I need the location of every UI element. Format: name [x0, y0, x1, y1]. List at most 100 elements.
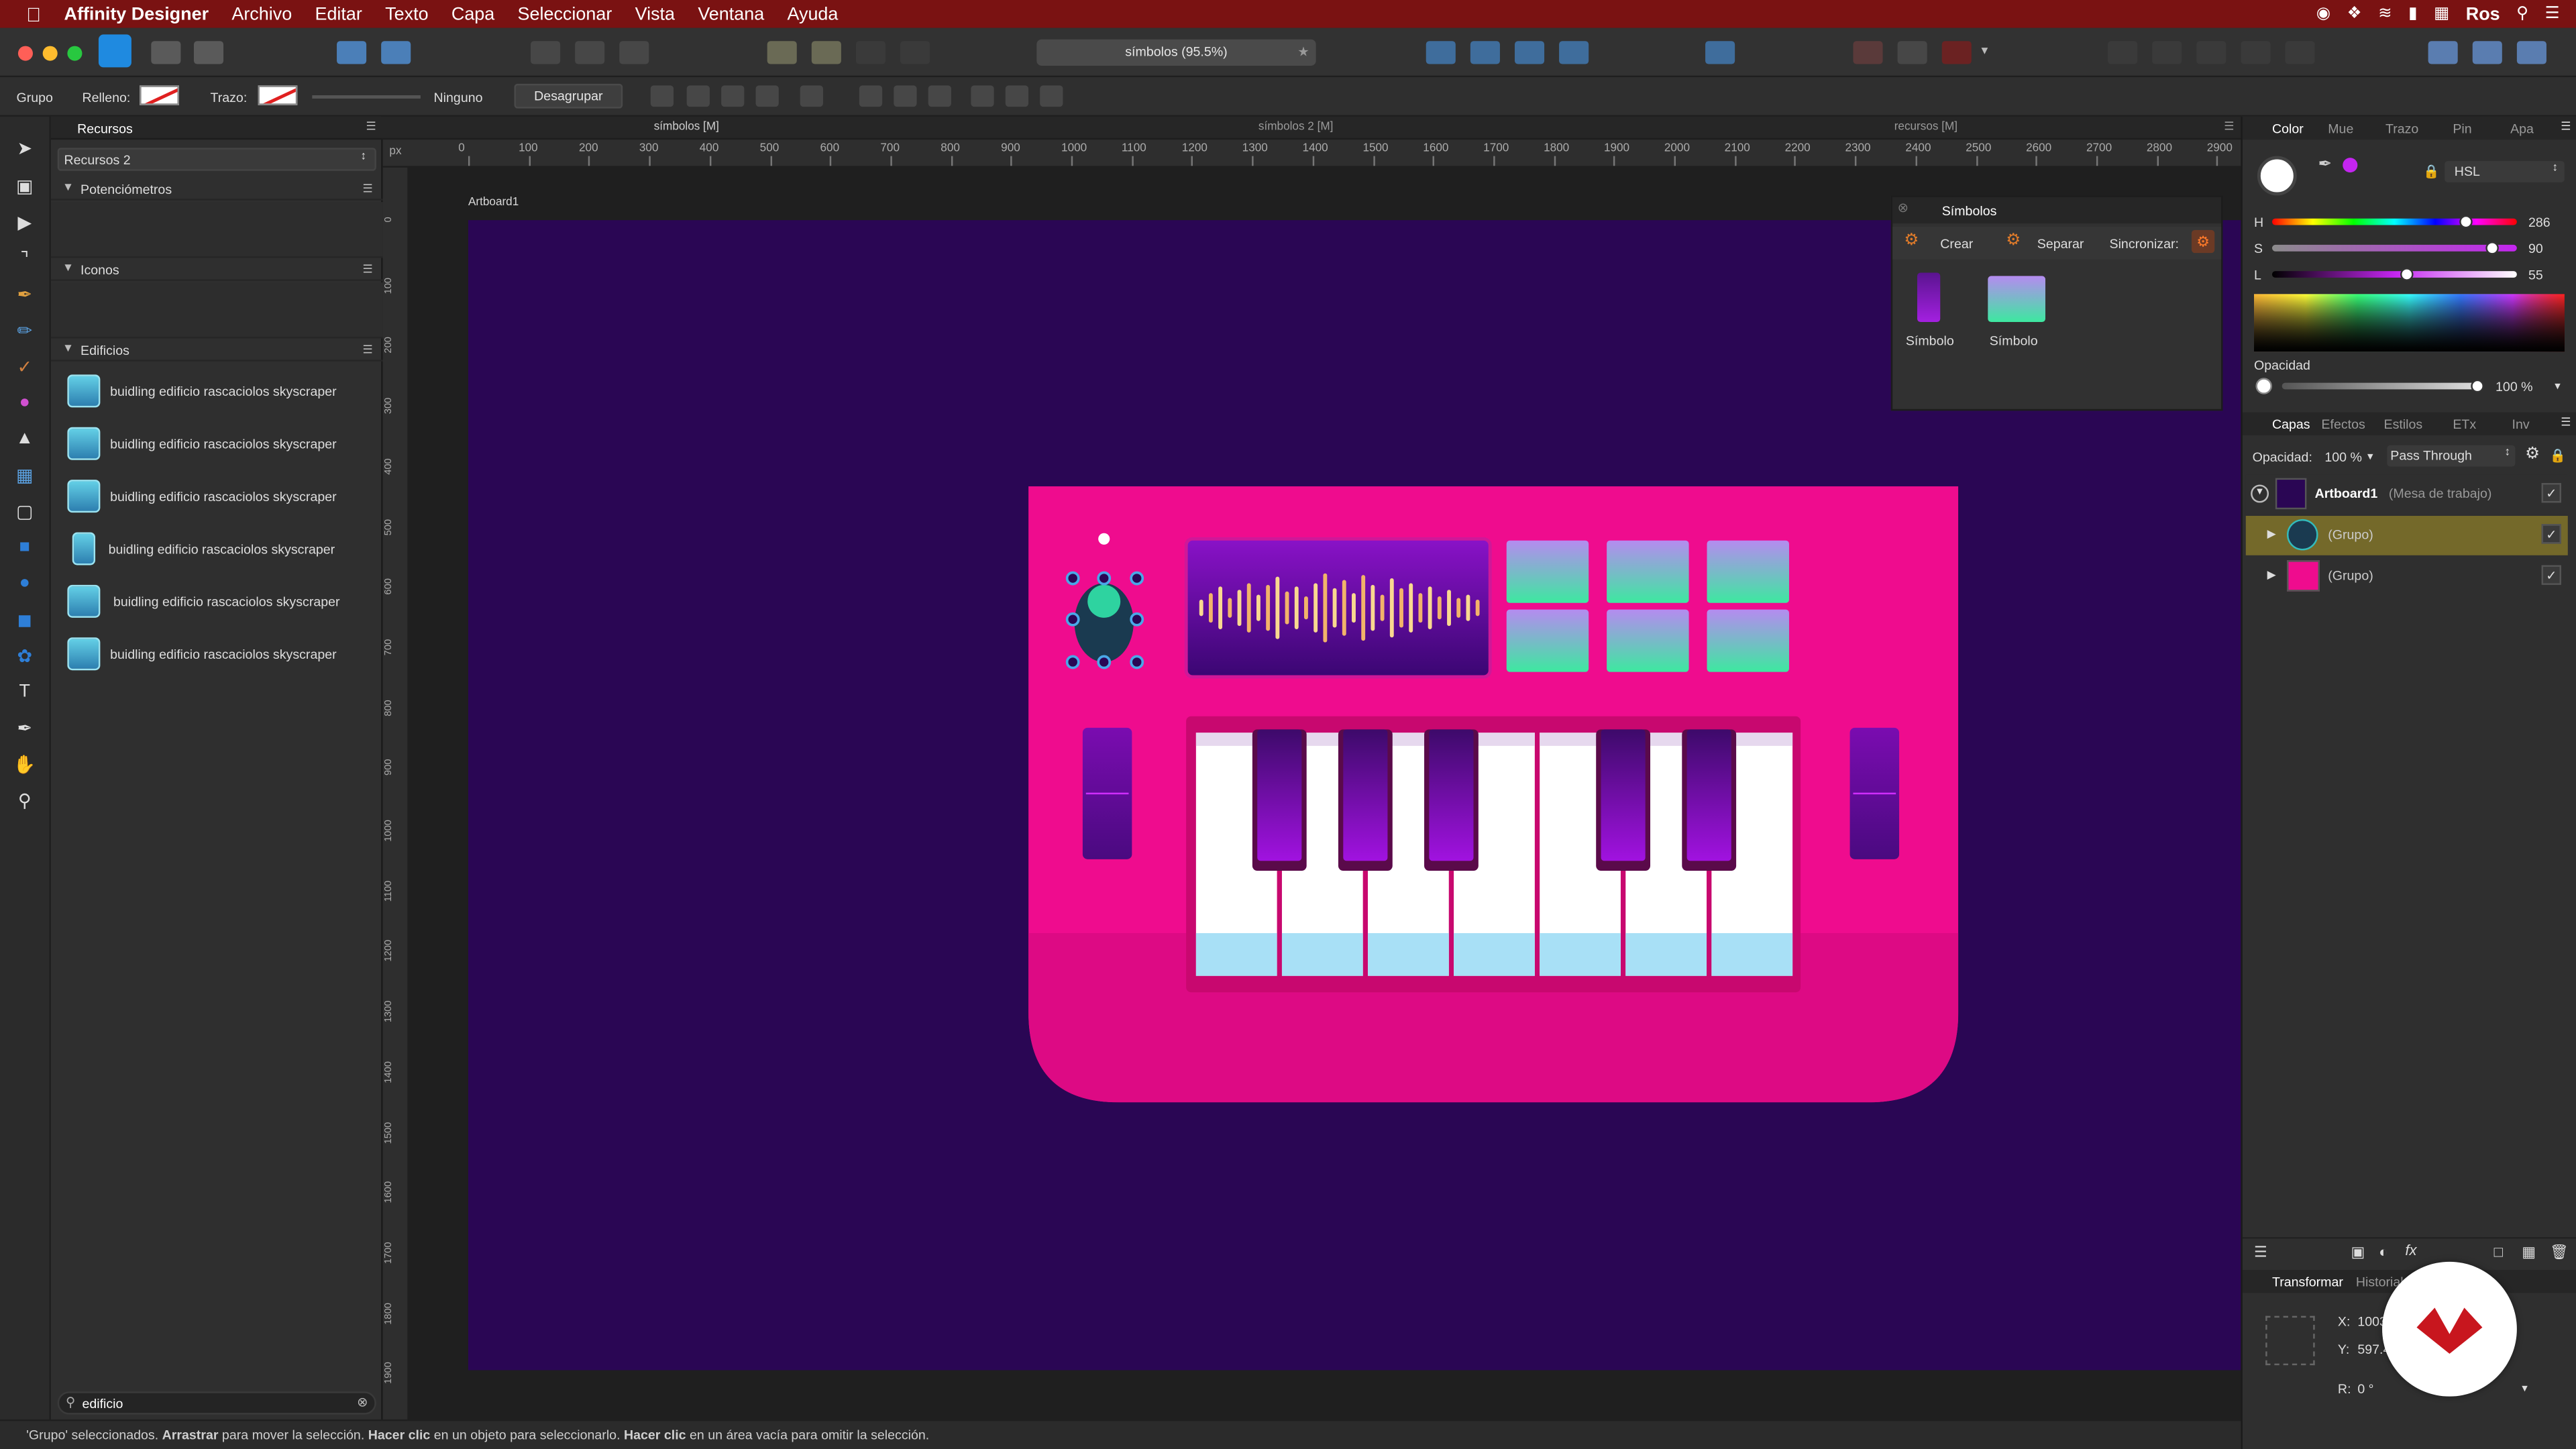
minimize-window-button[interactable]	[42, 46, 58, 61]
expand-icon[interactable]: ▶	[2267, 568, 2276, 582]
layer-row-group[interactable]: ▶ (Grupo) ✓	[2246, 557, 2568, 596]
document-title-tab[interactable]: símbolos (95.5%) ★	[1036, 39, 1316, 66]
snapping-options-icon[interactable]	[381, 41, 411, 64]
ungroup-button[interactable]: Desagrupar	[514, 83, 623, 109]
lock-icon[interactable]: 🔒	[2550, 449, 2566, 464]
s-value[interactable]: 90	[2528, 241, 2543, 256]
collapse-icon[interactable]: ▼	[2251, 484, 2269, 503]
tab-stroke[interactable]: Trazo	[2385, 121, 2418, 136]
view-mode-2-icon[interactable]	[575, 41, 605, 64]
app-name-menu[interactable]: Affinity Designer	[64, 4, 209, 23]
tab-swatches[interactable]: Mue	[2328, 121, 2353, 136]
stroke-swatch[interactable]	[258, 85, 298, 105]
arrange-3-icon[interactable]	[855, 41, 886, 64]
boolean-add-icon[interactable]	[2108, 41, 2138, 64]
magnet-icon[interactable]	[1941, 41, 1972, 64]
place-image-icon[interactable]: ▦	[13, 464, 36, 486]
asset-item[interactable]: buidling edificio rascaciolos skyscraper	[51, 472, 383, 524]
arrange-4-icon[interactable]	[900, 41, 930, 64]
symbol-thumb[interactable]	[1917, 272, 1941, 323]
category-menu-icon[interactable]: ☰	[363, 343, 373, 356]
menu-texto[interactable]: Texto	[385, 4, 428, 23]
artboard-tool-icon[interactable]: ▣	[13, 174, 36, 197]
lightness-knob[interactable]	[2400, 268, 2414, 281]
panel-menu-icon[interactable]: ☰	[2561, 120, 2571, 133]
menu-capa[interactable]: Capa	[451, 4, 494, 23]
current-color-swatch[interactable]	[2343, 158, 2358, 173]
shapes-tool-icon[interactable]: ✿	[13, 644, 36, 667]
dropbox-icon[interactable]: ❖	[2347, 5, 2362, 23]
opacity-knob[interactable]	[2471, 379, 2484, 393]
studio-icon-3[interactable]	[2516, 41, 2546, 64]
show-origin-icon[interactable]	[686, 85, 710, 107]
menu-vista[interactable]: Vista	[635, 4, 675, 23]
align-middle-icon[interactable]	[1005, 85, 1029, 107]
expand-icon[interactable]: ▶	[2267, 527, 2276, 541]
panel-menu-icon[interactable]: ☰	[2561, 416, 2571, 429]
synth-keyboard-illustration[interactable]	[1028, 486, 1959, 1103]
asset-item[interactable]: buidling edificio rascaciolos skyscraper	[51, 524, 383, 576]
category-iconos[interactable]: ▼ Iconos ☰	[50, 260, 383, 281]
close-panel-icon[interactable]: ⊗	[1898, 201, 1909, 215]
fill-stroke-selector[interactable]	[2257, 156, 2297, 196]
layer-row-group-selected[interactable]: ▶ (Grupo) ✓	[2245, 515, 2568, 555]
visibility-checkbox[interactable]: ✓	[2541, 565, 2561, 585]
align-top-icon[interactable]	[971, 85, 994, 107]
align-center-icon[interactable]	[894, 85, 917, 107]
gear-icon[interactable]: ⚙	[2525, 445, 2540, 464]
transform-origin-icon[interactable]	[650, 85, 674, 107]
align-bottom-icon[interactable]	[1040, 85, 1063, 107]
add-layer-icon[interactable]: □	[2494, 1244, 2503, 1260]
boolean-xor-icon[interactable]	[2241, 41, 2271, 64]
ellipse-tool-icon[interactable]: ●	[13, 572, 36, 594]
tab-layers[interactable]: Capas	[2272, 417, 2310, 432]
opacity-value[interactable]: 100 %	[2496, 380, 2533, 394]
flip-vertical-icon[interactable]	[1470, 41, 1500, 64]
color-picker-icon[interactable]: ✒	[13, 716, 36, 739]
studio-icon-1[interactable]	[2428, 41, 2458, 64]
tab-recursos[interactable]: Recursos	[77, 121, 133, 136]
menu-archivo[interactable]: Archivo	[231, 4, 292, 23]
opacity-slider[interactable]	[2282, 379, 2484, 393]
stroke-width-slider[interactable]	[312, 95, 421, 99]
rotate-left-icon[interactable]	[1514, 41, 1545, 64]
rectangle-tool-icon[interactable]: ■	[13, 535, 36, 558]
assistant-icon[interactable]	[337, 41, 367, 64]
detach-symbol-icon[interactable]: ⚙	[2006, 231, 2021, 250]
pixel-persona-icon[interactable]	[151, 41, 181, 64]
l-value[interactable]: 55	[2528, 268, 2543, 282]
library-select[interactable]: Recursos 2 ↕	[57, 148, 376, 171]
category-potenciometros[interactable]: ▼ Potenciómetros ☰	[50, 179, 383, 201]
no-fill-icon[interactable]	[2255, 378, 2272, 394]
tab-effects[interactable]: Efectos	[2321, 417, 2365, 432]
tabs-menu-icon[interactable]: ☰	[2224, 120, 2234, 133]
search-icon[interactable]: ⚲	[2516, 5, 2528, 23]
align-left-icon[interactable]	[859, 85, 883, 107]
doc-tab-simbolos-2[interactable]: símbolos 2 [M]	[1258, 121, 1333, 133]
flip-horizontal-icon[interactable]	[1426, 41, 1456, 64]
mask-icon[interactable]: ▣	[2351, 1244, 2365, 1262]
lightness-slider[interactable]	[2271, 268, 2517, 281]
layers-stack-icon[interactable]: ☰	[2254, 1244, 2267, 1262]
align-right-icon[interactable]	[928, 85, 951, 107]
chevron-down-icon[interactable]: ▾	[2555, 380, 2561, 392]
zoom-tool-icon[interactable]: ⚲	[13, 789, 36, 812]
chevron-down-icon[interactable]: ▾	[2522, 1382, 2528, 1395]
hue-slider[interactable]	[2271, 215, 2517, 229]
asset-item[interactable]: buidling edificio rascaciolos skyscraper	[51, 419, 383, 471]
anchor-grid[interactable]	[2265, 1316, 2315, 1366]
delete-icon[interactable]: 🗑	[2550, 1244, 2569, 1262]
transform-r-value[interactable]: 0 °	[2357, 1382, 2373, 1397]
clear-search-icon[interactable]: ⊗	[357, 1395, 368, 1409]
apple-icon[interactable]: 	[26, 3, 41, 25]
saturation-slider[interactable]	[2271, 241, 2517, 255]
hand-tool-icon[interactable]: ✋	[13, 753, 36, 775]
node-tool-icon[interactable]: ▶	[13, 210, 36, 233]
search-input[interactable]: edificio	[82, 1397, 123, 1411]
symbol-thumb[interactable]	[1988, 276, 2046, 323]
layer-opacity-value[interactable]: 100 %	[2324, 450, 2362, 465]
control-center-icon[interactable]: ☰	[2545, 5, 2560, 23]
panel-menu-icon[interactable]: ☰	[366, 120, 376, 133]
tab-transform[interactable]: Transformar	[2272, 1275, 2343, 1289]
saturation-knob[interactable]	[2485, 241, 2500, 255]
